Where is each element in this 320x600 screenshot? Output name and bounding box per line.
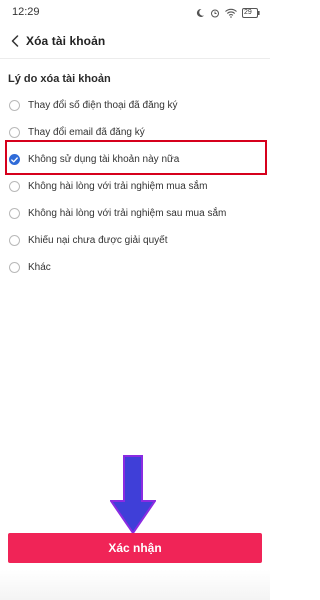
moon-icon xyxy=(195,8,205,18)
reason-option[interactable]: Không hài lòng với trải nghiệm mua sắm xyxy=(0,173,270,200)
reason-option[interactable]: Thay đổi số điện thoại đã đăng ký xyxy=(0,92,270,119)
down-arrow-icon xyxy=(110,455,156,535)
reason-label: Thay đổi email đã đăng ký xyxy=(28,127,145,138)
radio-button[interactable] xyxy=(9,262,20,273)
page-title: Xóa tài khoản xyxy=(26,34,106,48)
chevron-left-icon[interactable] xyxy=(8,33,22,49)
status-icons: 29 xyxy=(195,6,260,20)
alarm-icon xyxy=(210,8,220,18)
reason-list: Thay đổi số điện thoại đã đăng ký Thay đ… xyxy=(0,92,270,281)
battery-level: 29 xyxy=(244,9,252,16)
status-bar: 12:29 29 xyxy=(0,0,270,26)
reason-label: Không hài lòng với trải nghiệm sau mua s… xyxy=(28,208,227,219)
section-title: Lý do xóa tài khoản xyxy=(8,73,111,85)
wifi-icon xyxy=(225,8,237,18)
reason-label: Không hài lòng với trải nghiệm mua sắm xyxy=(28,181,208,192)
app-header: Xóa tài khoản xyxy=(0,26,270,56)
reason-label: Thay đổi số điện thoại đã đăng ký xyxy=(28,100,178,111)
reason-option[interactable]: Khiếu nại chưa được giải quyết xyxy=(0,227,270,254)
highlight-annotation-box xyxy=(5,140,267,175)
reason-option[interactable]: Không hài lòng với trải nghiệm sau mua s… xyxy=(0,200,270,227)
reason-label: Khiếu nại chưa được giải quyết xyxy=(28,235,168,246)
radio-button[interactable] xyxy=(9,100,20,111)
battery-icon: 29 xyxy=(242,8,260,18)
radio-button[interactable] xyxy=(9,127,20,138)
bottom-nav-area xyxy=(0,570,270,600)
status-time: 12:29 xyxy=(12,6,40,18)
radio-button[interactable] xyxy=(9,208,20,219)
header-divider xyxy=(0,58,270,59)
reason-label: Khác xyxy=(28,262,51,273)
confirm-button[interactable]: Xác nhận xyxy=(8,533,262,563)
radio-button[interactable] xyxy=(9,181,20,192)
radio-button[interactable] xyxy=(9,235,20,246)
reason-option[interactable]: Khác xyxy=(0,254,270,281)
